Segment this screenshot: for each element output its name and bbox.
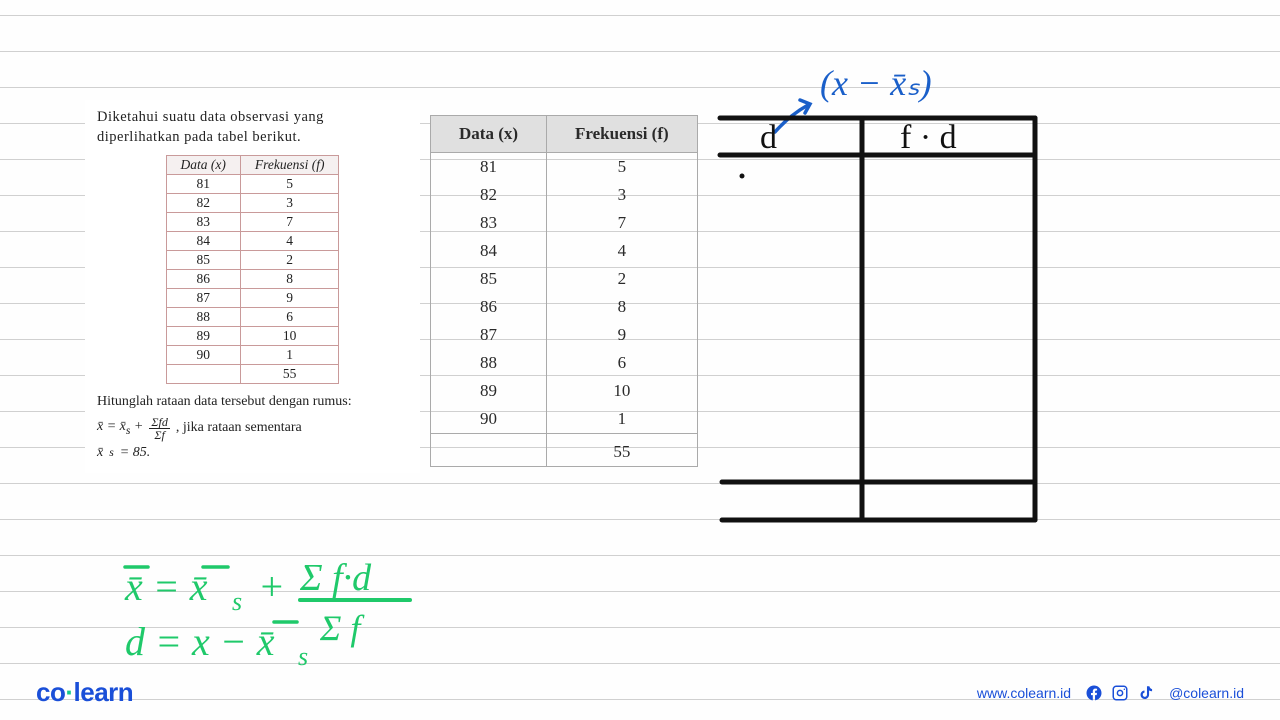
small-cell-x: 86: [166, 270, 240, 289]
small-cell-f: 7: [240, 213, 339, 232]
table-row: 852: [431, 265, 698, 293]
table-row: 8910: [166, 327, 339, 346]
logo-learn: learn: [74, 677, 134, 707]
table-row: 837: [431, 209, 698, 237]
table-row: 886: [431, 349, 698, 377]
small-cell-x: 90: [166, 346, 240, 365]
small-cell-x: 81: [166, 175, 240, 194]
small-cell-x: 82: [166, 194, 240, 213]
problem-intro-text: Diketahui suatu data observasi yang dipe…: [97, 108, 408, 147]
small-cell-f: 5: [240, 175, 339, 194]
big-cell-f: 7: [547, 209, 698, 237]
enlarged-table-wrap: Data (x) Frekuensi (f) 81582383784485286…: [430, 115, 698, 467]
big-cell-x: 81: [431, 153, 547, 182]
social-handle: @colearn.id: [1169, 685, 1244, 701]
logo-dot-icon: ·: [65, 677, 73, 707]
footer-right: www.colearn.id @colearn.id: [977, 684, 1244, 702]
big-cell-x: 86: [431, 293, 547, 321]
big-cell-f: 5: [547, 153, 698, 182]
instagram-icon: [1111, 684, 1129, 702]
table-row: 886: [166, 308, 339, 327]
table-row: 879: [166, 289, 339, 308]
small-table-header-freq: Frekuensi (f): [240, 156, 339, 175]
small-cell-x: 87: [166, 289, 240, 308]
small-table-header-data: Data (x): [166, 156, 240, 175]
formula-line-2: x̄s = 85.: [97, 445, 408, 461]
small-data-table: Data (x) Frekuensi (f) 81582383784485286…: [166, 155, 340, 384]
formula-numerator: Σfd: [149, 416, 169, 429]
formula-line-1: x̄ = x̄s + Σfd Σf , jika rataan sementar…: [97, 416, 408, 441]
small-cell-f: 8: [240, 270, 339, 289]
big-cell-f: 2: [547, 265, 698, 293]
brand-logo: co·learn: [36, 677, 133, 708]
table-row: 823: [431, 181, 698, 209]
small-cell-f: 4: [240, 232, 339, 251]
table-row: 815: [431, 153, 698, 182]
small-table-sum-blank: [166, 365, 240, 384]
big-cell-f: 10: [547, 377, 698, 405]
big-cell-x: 85: [431, 265, 547, 293]
table-row: 901: [166, 346, 339, 365]
big-table-header-freq: Frekuensi (f): [547, 116, 698, 153]
big-cell-x: 89: [431, 377, 547, 405]
big-sum-value: 55: [547, 434, 698, 467]
enlarged-data-table: Data (x) Frekuensi (f) 81582383784485286…: [430, 115, 698, 467]
table-row: 879: [431, 321, 698, 349]
social-icons: [1085, 684, 1155, 702]
logo-co: co: [36, 677, 65, 707]
small-cell-x: 88: [166, 308, 240, 327]
big-cell-x: 84: [431, 237, 547, 265]
small-cell-x: 83: [166, 213, 240, 232]
small-cell-f: 10: [240, 327, 339, 346]
table-row: 852: [166, 251, 339, 270]
formula-denominator: Σf: [152, 429, 166, 441]
small-cell-f: 1: [240, 346, 339, 365]
table-row: 844: [166, 232, 339, 251]
small-cell-f: 3: [240, 194, 339, 213]
big-cell-f: 8: [547, 293, 698, 321]
question-text: Hitunglah rataan data tersebut dengan ru…: [97, 392, 408, 412]
table-row: 901: [431, 405, 698, 434]
table-row: 868: [166, 270, 339, 289]
tiktok-icon: [1137, 684, 1155, 702]
small-cell-x: 85: [166, 251, 240, 270]
website-url: www.colearn.id: [977, 685, 1071, 701]
small-cell-f: 9: [240, 289, 339, 308]
big-cell-x: 87: [431, 321, 547, 349]
table-row: 55: [431, 434, 698, 467]
problem-statement-panel: Diketahui suatu data observasi yang dipe…: [85, 100, 420, 473]
table-row: 815: [166, 175, 339, 194]
small-cell-f: 6: [240, 308, 339, 327]
big-cell-x: 90: [431, 405, 547, 434]
big-cell-f: 4: [547, 237, 698, 265]
big-cell-f: 1: [547, 405, 698, 434]
footer: co·learn www.colearn.id @colearn.id: [0, 677, 1280, 708]
table-row: 8910: [431, 377, 698, 405]
small-table-sum: 55: [240, 365, 339, 384]
table-row: 837: [166, 213, 339, 232]
big-table-header-data: Data (x): [431, 116, 547, 153]
big-cell-f: 3: [547, 181, 698, 209]
big-cell-x: 88: [431, 349, 547, 377]
table-row: 823: [166, 194, 339, 213]
big-cell-x: 83: [431, 209, 547, 237]
table-row: 868: [431, 293, 698, 321]
big-cell-f: 9: [547, 321, 698, 349]
facebook-icon: [1085, 684, 1103, 702]
table-row: 844: [431, 237, 698, 265]
small-cell-f: 2: [240, 251, 339, 270]
big-sum-blank: [431, 434, 547, 467]
small-cell-x: 84: [166, 232, 240, 251]
formula-suffix: , jika rataan sementara: [176, 420, 302, 436]
big-cell-f: 6: [547, 349, 698, 377]
big-cell-x: 82: [431, 181, 547, 209]
small-cell-x: 89: [166, 327, 240, 346]
